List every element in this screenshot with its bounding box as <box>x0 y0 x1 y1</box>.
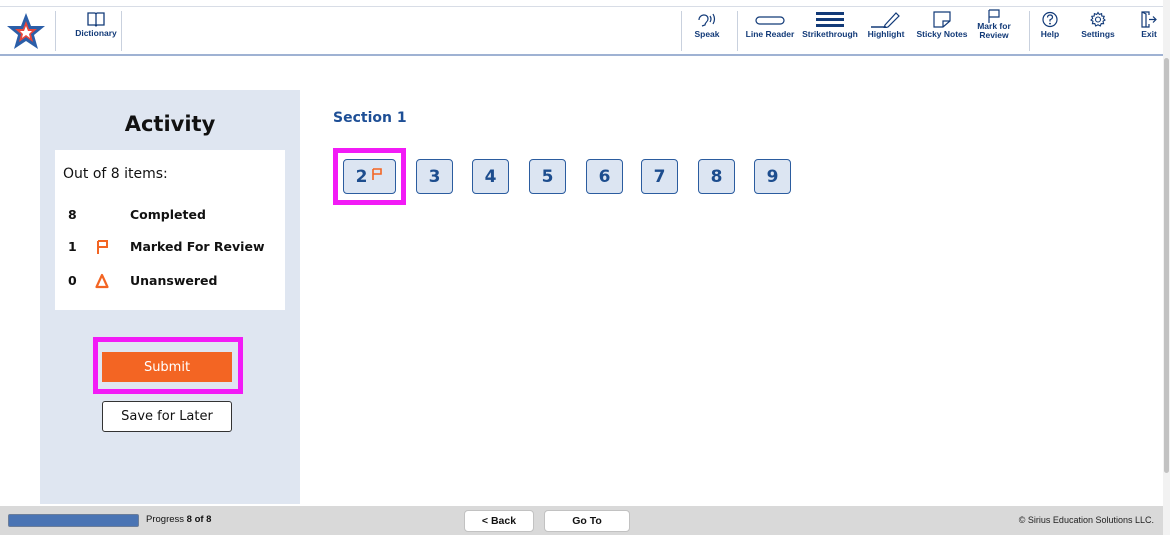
vertical-scrollbar[interactable] <box>1163 0 1170 535</box>
question-button[interactable]: 6 <box>586 159 623 194</box>
flag-icon <box>97 240 108 254</box>
line-reader-icon <box>755 16 785 25</box>
progress-label: Progress 8 of 8 <box>146 514 211 525</box>
marked-count: 1 <box>68 239 77 254</box>
question-button[interactable]: 5 <box>529 159 566 194</box>
help-icon <box>1042 11 1058 28</box>
flag-icon <box>372 168 383 180</box>
question-button[interactable]: 3 <box>416 159 453 194</box>
question-button[interactable]: 9 <box>754 159 791 194</box>
gear-icon <box>1090 11 1106 27</box>
progress-bar <box>8 514 139 527</box>
strikethrough-icon <box>816 12 844 27</box>
summary-heading: Out of 8 items: <box>63 166 168 182</box>
mark-for-review-button[interactable]: Mark for Review <box>974 7 1014 55</box>
summary-row-marked: 1 Marked For Review <box>55 239 285 257</box>
copyright-text: © Sirius Education Solutions LLC. <box>1018 515 1154 525</box>
back-button[interactable]: < Back <box>464 510 534 532</box>
highlight-button[interactable]: Highlight <box>864 7 908 55</box>
progress-prefix: Progress <box>146 514 185 525</box>
speak-button[interactable]: Speak <box>688 7 726 55</box>
help-label: Help <box>1040 29 1060 39</box>
line-reader-label: Line Reader <box>745 29 795 39</box>
question-number: 2 <box>355 166 368 187</box>
settings-label: Settings <box>1081 29 1115 39</box>
section-title: Section 1 <box>333 110 407 126</box>
summary-row-unanswered: 0 Unanswered <box>55 273 285 291</box>
submit-button[interactable]: Submit <box>102 352 232 382</box>
summary-row-completed: 8 Completed <box>55 207 285 225</box>
strikethrough-button[interactable]: Strikethrough <box>800 7 860 55</box>
line-reader-button[interactable]: Line Reader <box>742 7 798 55</box>
help-button[interactable]: Help <box>1037 7 1063 55</box>
highlight-label: Highlight <box>867 29 905 39</box>
activity-panel: Activity Out of 8 items: 8 Completed 1 M… <box>40 90 300 504</box>
question-button[interactable]: 7 <box>641 159 678 194</box>
strikethrough-label: Strikethrough <box>802 29 858 39</box>
speak-label: Speak <box>694 29 720 39</box>
go-to-button[interactable]: Go To <box>544 510 630 532</box>
bottom-bar: Progress 8 of 8 < Back Go To © Sirius Ed… <box>0 506 1163 535</box>
exit-door-icon <box>1141 11 1157 28</box>
marked-label: Marked For Review <box>130 239 265 254</box>
exit-label: Exit <box>1141 29 1157 39</box>
warning-icon <box>95 273 109 289</box>
exit-button[interactable]: Exit <box>1138 7 1160 55</box>
unanswered-count: 0 <box>68 273 77 288</box>
sticky-notes-label: Sticky Notes <box>916 29 968 39</box>
toolbar-divider <box>121 11 122 51</box>
sticky-note-icon <box>933 11 951 28</box>
unanswered-label: Unanswered <box>130 273 218 288</box>
highlight-pen-icon <box>871 12 900 28</box>
app-window: Dictionary Speak Line Reader Strikethrou… <box>0 0 1170 535</box>
question-button[interactable]: 4 <box>472 159 509 194</box>
book-icon <box>87 12 105 27</box>
toolbar-divider <box>737 11 738 51</box>
activity-title: Activity <box>124 112 216 136</box>
activity-summary: Out of 8 items: 8 Completed 1 Marked For… <box>55 150 285 310</box>
speak-icon <box>698 13 716 27</box>
progress-value: 8 of 8 <box>186 514 212 525</box>
question-button[interactable]: 8 <box>698 159 735 194</box>
settings-button[interactable]: Settings <box>1077 7 1119 55</box>
save-for-later-button[interactable]: Save for Later <box>102 401 232 432</box>
toolbar-divider <box>55 11 56 51</box>
sticky-notes-button[interactable]: Sticky Notes <box>912 7 972 55</box>
toolbar-divider <box>681 11 682 51</box>
question-button-current[interactable]: 2 <box>343 159 396 194</box>
dictionary-button[interactable]: Dictionary <box>74 7 118 55</box>
mark-for-review-label: Mark for Review <box>977 21 1011 40</box>
dictionary-label: Dictionary <box>75 28 117 38</box>
completed-count: 8 <box>68 207 77 222</box>
completed-label: Completed <box>130 207 206 222</box>
toolbar-divider <box>1029 11 1030 51</box>
scrollbar-thumb[interactable] <box>1164 58 1169 473</box>
sirius-logo-icon <box>6 11 46 51</box>
top-toolbar: Dictionary Speak Line Reader Strikethrou… <box>0 6 1163 56</box>
